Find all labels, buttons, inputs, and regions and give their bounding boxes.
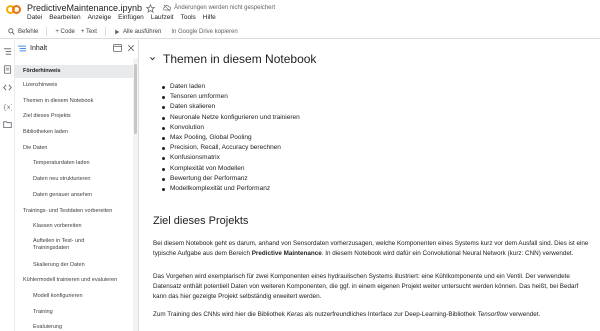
close-icon[interactable] xyxy=(127,44,135,52)
star-icon[interactable] xyxy=(146,3,156,13)
list-item: Modellkomplexität und Performanz xyxy=(162,184,300,194)
run-all-button[interactable]: Alle ausführen xyxy=(114,26,161,38)
toc-scrollbar-thumb[interactable] xyxy=(134,64,137,134)
open-in-tab-icon[interactable] xyxy=(113,44,122,52)
toc-item[interactable]: Aufteilen in Test- und Trainingsdaten xyxy=(15,238,115,252)
toc-item[interactable]: Temperaturdaten laden xyxy=(15,160,138,167)
side-rail: {x} xyxy=(0,40,15,331)
add-code-button[interactable]: + Code xyxy=(55,26,75,38)
paragraph-goal-1: Bei diesem Notebook geht es darum, anhan… xyxy=(153,239,593,259)
list-item: Neuronale Netze konfigurieren und traini… xyxy=(162,113,300,123)
toc-item[interactable]: Kühlermodell trainieren und evaluieren xyxy=(15,277,138,284)
cloud-off-icon xyxy=(163,4,171,12)
italic-term: Tensorflow xyxy=(477,311,508,318)
list-item: Bewertung der Performanz xyxy=(162,174,300,184)
paragraph-goal-2: Das Vorgehen wird exemplarisch für zwei … xyxy=(153,273,579,300)
toc-item[interactable]: Förderhinweis xyxy=(15,65,138,78)
play-icon xyxy=(115,29,120,34)
svg-text:{x}: {x} xyxy=(3,104,12,111)
paragraph-text: als nutzerfreundliches Interface zur Dee… xyxy=(303,311,478,318)
table-of-contents-panel: Inhalt Förderhinweis Lizenzhinweis Theme… xyxy=(15,40,139,331)
section-heading-goal: Ziel dieses Projekts xyxy=(153,215,249,227)
toc-item[interactable]: Ziel dieses Projekts xyxy=(15,113,138,120)
toc-item[interactable]: Die Daten xyxy=(15,145,138,152)
toc-item[interactable]: Training xyxy=(15,309,138,316)
toc-item[interactable]: Daten genauer ansehen xyxy=(15,192,138,199)
unsaved-changes-text[interactable]: Änderungen werden nicht gespeichert xyxy=(174,5,275,11)
list-item: Konfusionsmatrix xyxy=(162,153,300,163)
menu-insert[interactable]: Einfügen xyxy=(118,14,144,21)
list-icon xyxy=(18,45,26,52)
toc-scrollbar[interactable] xyxy=(133,58,138,331)
code-icon[interactable] xyxy=(3,83,12,92)
document-search-icon[interactable] xyxy=(3,65,12,74)
menu-help[interactable]: Hilfe xyxy=(203,14,216,21)
toc-item[interactable]: Klassen vorbereiten xyxy=(15,223,138,230)
list-item: Daten laden xyxy=(162,82,300,92)
menu-bar: Datei Bearbeiten Anzeige Einfügen Laufze… xyxy=(27,14,216,21)
toolbar-divider xyxy=(104,27,106,36)
menu-view[interactable]: Anzeige xyxy=(88,14,112,21)
search-icon xyxy=(8,28,15,35)
folder-icon[interactable] xyxy=(3,120,12,129)
notebook-content: Themen in diesem Notebook Daten laden Te… xyxy=(140,40,600,331)
run-all-label: Alle ausführen xyxy=(122,28,162,35)
toc-item[interactable]: Trainings- und Testdaten vorbereiten xyxy=(15,208,138,215)
topics-list: Daten laden Tensoren umformen Daten skal… xyxy=(162,82,300,194)
list-item: Precision, Recall, Accuracy berechnen xyxy=(162,143,300,153)
variables-icon[interactable]: {x} xyxy=(3,102,12,111)
toc-icon[interactable] xyxy=(3,47,12,56)
toc-item[interactable]: Skalierung der Daten xyxy=(15,262,138,269)
menu-file[interactable]: Datei xyxy=(27,14,42,21)
section-heading-topics: Themen in diesem Notebook xyxy=(163,52,317,66)
list-item: Komplexität von Modellen xyxy=(162,164,300,174)
add-code-label: + Code xyxy=(55,28,75,35)
paragraph-text: . In diesem Notebook wird dafür ein Conv… xyxy=(321,250,574,257)
list-item: Daten skalieren xyxy=(162,102,300,112)
list-item: Konvolution xyxy=(162,123,300,133)
toc-title: Inhalt xyxy=(30,45,48,52)
commands-button[interactable]: Befehle xyxy=(8,26,38,38)
collapse-chevron-icon[interactable] xyxy=(149,55,156,62)
toc-item[interactable]: Bibliotheken laden xyxy=(15,129,138,136)
toc-header: Inhalt xyxy=(15,40,138,57)
app-header: PredictiveMaintenance.ipynb Änderungen w… xyxy=(0,0,600,25)
menu-runtime[interactable]: Laufzeit xyxy=(151,14,174,21)
paragraph-text: Zum Training des CNNs wird hier die Bibl… xyxy=(153,311,287,318)
italic-term: Keras xyxy=(286,311,304,318)
toc-item[interactable]: Lizenzhinweis xyxy=(15,82,138,89)
colab-logo-icon[interactable] xyxy=(6,4,21,15)
toc-item[interactable]: Evaluierung xyxy=(15,324,138,331)
paragraph-text: verwendet. xyxy=(507,311,541,318)
toolbar: Befehle + Code + Text Alle ausführen In … xyxy=(0,25,600,39)
list-item: Max Pooling, Global Pooling xyxy=(162,133,300,143)
toc-item[interactable]: Themen in diesem Notebook xyxy=(15,98,138,105)
menu-edit[interactable]: Bearbeiten xyxy=(49,14,80,21)
add-text-label: + Text xyxy=(80,28,97,35)
commands-label: Befehle xyxy=(18,28,39,35)
copy-to-drive-button[interactable]: In Google Drive kopieren xyxy=(171,29,237,35)
add-text-button[interactable]: + Text xyxy=(81,26,97,38)
notebook-title[interactable]: PredictiveMaintenance.ipynb xyxy=(27,3,142,13)
toc-item[interactable]: Modell konfigurieren xyxy=(15,293,138,300)
bold-term: Predictive Maintenance xyxy=(251,250,322,257)
paragraph-goal-3: Zum Training des CNNs wird hier die Bibl… xyxy=(153,310,593,320)
toolbar-divider xyxy=(46,27,48,36)
menu-tools[interactable]: Tools xyxy=(181,14,196,21)
list-item: Tensoren umformen xyxy=(162,92,300,102)
toc-item[interactable]: Daten neu strukturieren xyxy=(15,176,138,183)
